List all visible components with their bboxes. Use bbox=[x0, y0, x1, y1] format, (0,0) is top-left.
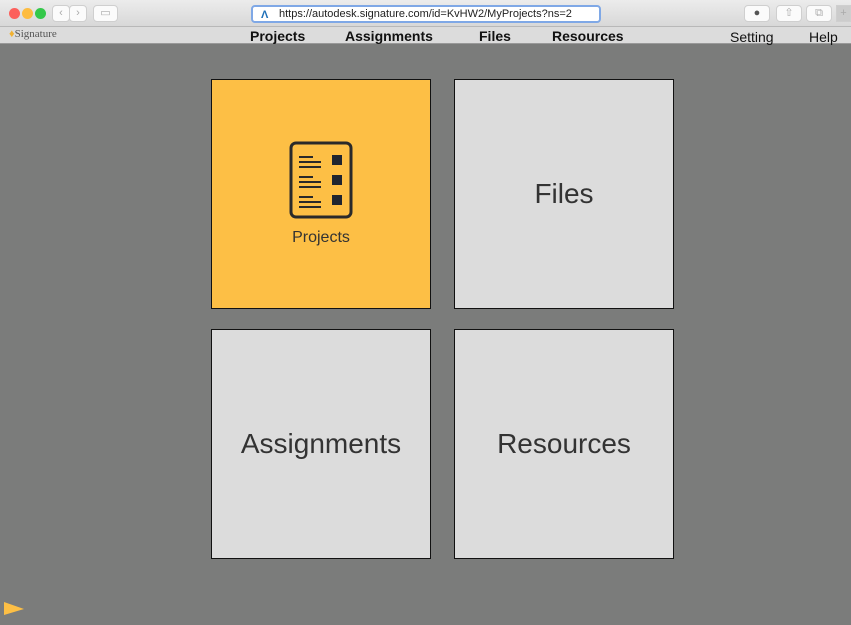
share-button[interactable]: ⇧ bbox=[776, 5, 802, 22]
nav-resources[interactable]: Resources bbox=[552, 28, 624, 44]
minimize-window-button[interactable] bbox=[22, 8, 33, 19]
tile-assignments[interactable]: Assignments bbox=[211, 329, 431, 559]
tile-files[interactable]: Files bbox=[454, 79, 674, 309]
zoom-window-button[interactable] bbox=[35, 8, 46, 19]
brand-name: Signature bbox=[14, 28, 57, 40]
brand-logo[interactable]: ♦Signature bbox=[9, 28, 57, 40]
nav-files[interactable]: Files bbox=[479, 28, 511, 44]
nav-assignments[interactable]: Assignments bbox=[345, 28, 433, 44]
browser-toolbar: ‹ › ▭ Λhttps://autodesk.signature.com/id… bbox=[0, 0, 851, 27]
nav-help[interactable]: Help bbox=[809, 29, 838, 45]
tile-resources[interactable]: Resources bbox=[454, 329, 674, 559]
tile-label: Resources bbox=[497, 428, 631, 459]
nav-projects[interactable]: Projects bbox=[250, 28, 305, 44]
project-list-icon bbox=[289, 141, 353, 219]
tabs-button[interactable]: ⧉ bbox=[806, 5, 832, 22]
new-tab-button[interactable]: + bbox=[836, 5, 851, 22]
play-arrow-icon[interactable] bbox=[4, 602, 26, 616]
sidebar-toggle-button[interactable]: ▭ bbox=[93, 5, 118, 22]
address-bar[interactable]: Λhttps://autodesk.signature.com/id=KvHW2… bbox=[251, 5, 601, 23]
site-favicon-icon: Λ bbox=[261, 9, 269, 21]
tile-label: Assignments bbox=[240, 428, 402, 459]
back-button[interactable]: ‹ bbox=[52, 5, 70, 22]
app-nav-bar: ♦Signature Projects Assignments Files Re… bbox=[0, 27, 851, 45]
tile-label: Files bbox=[534, 178, 594, 209]
tile-projects[interactable]: Projects bbox=[211, 79, 431, 309]
tile-label: Projects bbox=[292, 229, 350, 246]
close-window-button[interactable] bbox=[9, 8, 20, 19]
forward-button[interactable]: › bbox=[69, 5, 87, 22]
url-text: https://autodesk.signature.com/id=KvHW2/… bbox=[279, 8, 572, 20]
nav-setting[interactable]: Setting bbox=[730, 29, 774, 45]
downloads-button[interactable]: ● bbox=[744, 5, 770, 22]
